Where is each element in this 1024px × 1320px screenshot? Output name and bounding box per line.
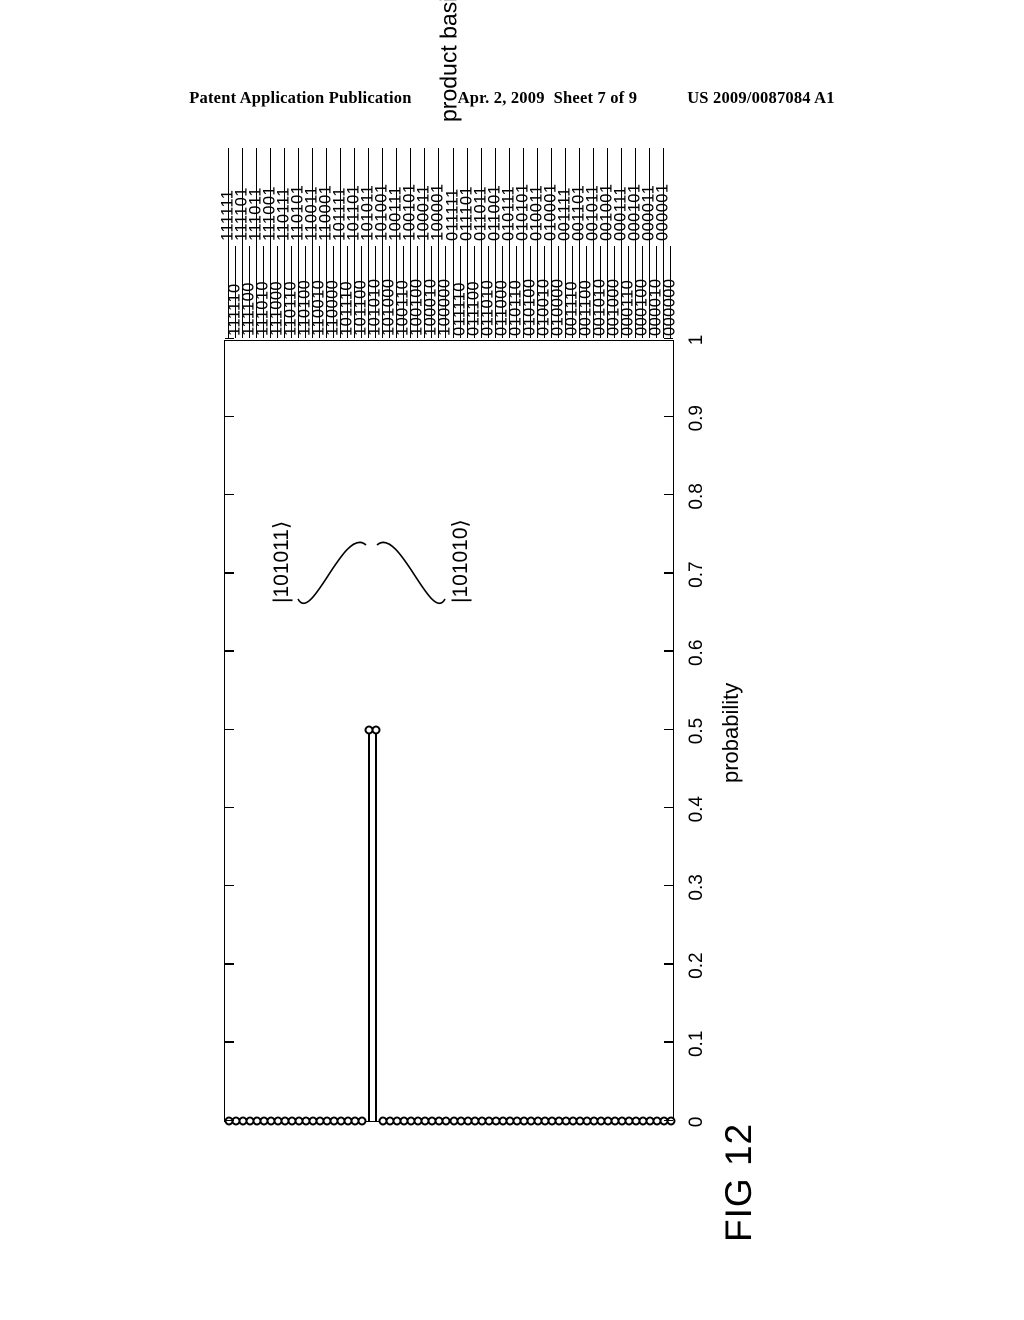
- stem-marker-zero: [378, 1116, 388, 1126]
- basis-label-leader: [445, 246, 447, 338]
- probability-tick: [225, 728, 234, 730]
- probability-tick-label: 0.4: [686, 795, 707, 823]
- basis-label-leader: [557, 246, 559, 338]
- basis-label-leader: [347, 246, 349, 338]
- basis-label-leader: [628, 246, 630, 338]
- probability-tick-label: 0.6: [686, 639, 707, 667]
- basis-label-leader: [487, 246, 489, 338]
- probability-tick: [664, 1119, 673, 1121]
- basis-label-leader: [515, 246, 517, 338]
- probability-tick: [225, 885, 234, 887]
- probability-tick: [225, 963, 234, 965]
- probability-tick: [664, 415, 673, 418]
- probability-tick: [664, 650, 673, 652]
- probability-tick: [664, 494, 673, 496]
- basis-label-leader: [501, 246, 503, 338]
- basis-label-leader: [600, 246, 602, 338]
- stem-marker-zero: [224, 1116, 234, 1126]
- basis-label-leader: [234, 246, 236, 338]
- plot-frame: [224, 337, 676, 1126]
- probability-tick: [225, 1041, 234, 1043]
- basis-label-leader: [586, 246, 588, 338]
- basis-label-leader: [248, 246, 250, 338]
- stem-bar: [368, 730, 371, 1121]
- basis-label-leader: [403, 246, 405, 338]
- probability-tick-label: 1: [686, 334, 707, 346]
- basis-label-leader: [670, 246, 672, 338]
- basis-label-leader: [473, 246, 475, 338]
- basis-label-leader: [572, 246, 574, 338]
- basis-label-leader: [227, 148, 229, 338]
- probability-tick-label: 0.8: [686, 483, 707, 510]
- annotation-leader-line: [297, 541, 367, 604]
- probability-tick: [664, 1041, 673, 1043]
- basis-label-leader: [290, 246, 292, 338]
- probability-axis-title: probability: [718, 682, 743, 783]
- basis-label-leader: [431, 246, 433, 338]
- basis-label-leader: [304, 246, 306, 338]
- stem-marker: [364, 725, 374, 735]
- figure-caption: FIG 12: [718, 1122, 759, 1242]
- basis-label-leader: [614, 246, 616, 338]
- basis-label-leader: [656, 246, 658, 338]
- probability-tick: [664, 572, 673, 574]
- basis-label-leader: [361, 246, 363, 338]
- probability-tick-label: 0.2: [686, 952, 707, 979]
- probability-tick-label: 0.9: [686, 404, 707, 432]
- basis-label-leader: [459, 246, 461, 338]
- basis-label-leader: [276, 246, 278, 338]
- probability-tick-label: 0: [686, 1116, 707, 1128]
- probability-tick: [664, 963, 673, 965]
- probability-tick: [225, 415, 234, 418]
- probability-tick: [664, 885, 673, 887]
- basis-label-leader: [318, 246, 320, 338]
- probability-tick: [664, 806, 673, 809]
- probability-tick-label: 0.5: [686, 717, 707, 745]
- figure-stage: FIG 12 1 0.9 0.8 0.7 0.6 0.5 0.4 0.3 0.2 0.1 0 pro…: [162, 0, 862, 1250]
- probability-tick: [664, 728, 673, 730]
- probability-tick: [225, 1119, 234, 1121]
- probability-tick-label: 0.1: [686, 1030, 707, 1058]
- basis-label-leader: [417, 246, 419, 338]
- probability-tick: [225, 806, 234, 809]
- basis-label-leader: [389, 246, 391, 338]
- probability-tick: [225, 572, 234, 574]
- probability-tick-label: 0.7: [686, 561, 707, 588]
- probability-tick: [225, 650, 234, 652]
- basis-label-leader: [375, 246, 377, 338]
- probability-tick-label: 0.3: [686, 874, 707, 901]
- basis-label-leader: [543, 246, 545, 338]
- probability-tick: [225, 494, 234, 496]
- basis-label-leader: [642, 246, 644, 338]
- stem-bar: [375, 730, 378, 1121]
- basis-label-leader: [332, 246, 334, 338]
- basis-label-leader: [262, 246, 264, 338]
- stem-series: [224, 341, 676, 1126]
- product-basis-axis-title: product basis: [435, 0, 462, 122]
- product-basis-tick-labels: 000000 000001 000010 000011 000100 000101 0001…: [218, 133, 679, 338]
- basis-label-leader: [529, 246, 531, 338]
